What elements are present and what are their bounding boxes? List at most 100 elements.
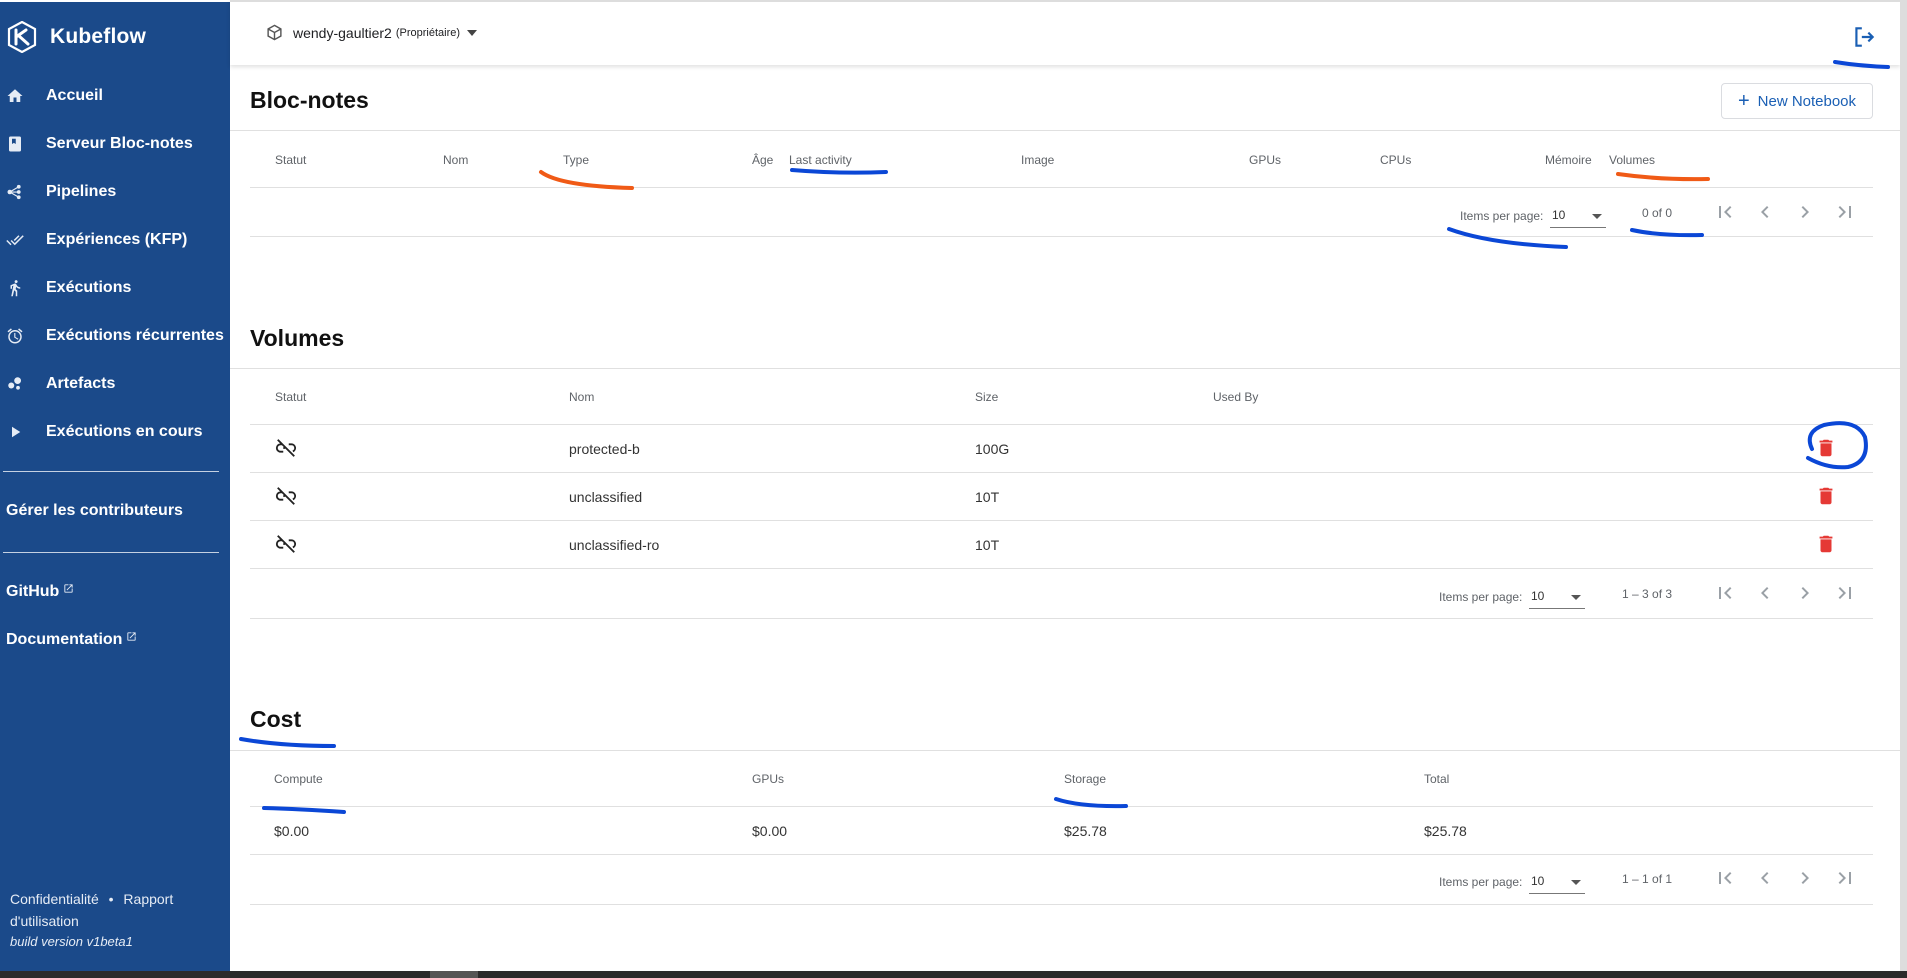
column-header-last-activity[interactable]: Last activity (789, 153, 852, 167)
next-page-icon[interactable] (1793, 581, 1817, 605)
table-bottom-divider (250, 904, 1873, 905)
previous-page-icon[interactable] (1753, 200, 1777, 224)
column-header-nom[interactable]: Nom (569, 390, 594, 404)
row-divider (250, 806, 1873, 807)
play-arrow-icon (4, 421, 26, 443)
table-bottom-divider (250, 618, 1873, 619)
items-per-page-label: Items per page: (1439, 590, 1523, 604)
chevron-down-icon (467, 29, 478, 36)
items-per-page-label: Items per page: (1460, 209, 1544, 223)
sidebar-divider (3, 552, 219, 553)
table-bottom-divider (250, 236, 1873, 237)
items-per-page-select[interactable]: 10 (1529, 868, 1585, 894)
previous-page-icon[interactable] (1753, 581, 1777, 605)
taskbar (0, 971, 1907, 978)
sidebar-item-notebook-servers[interactable]: Serveur Bloc-notes (0, 124, 230, 164)
previous-page-icon[interactable] (1753, 866, 1777, 890)
column-header-type[interactable]: Type (563, 153, 589, 167)
volume-name: unclassified (569, 489, 643, 505)
github-label: GitHub (6, 583, 60, 600)
chevron-down-icon (1571, 595, 1581, 600)
last-page-icon[interactable] (1833, 866, 1857, 890)
row-divider (250, 520, 1873, 521)
documentation-label: Documentation (6, 631, 123, 648)
namespace-selector[interactable]: wendy-gaultier2 (Propriétaire) (266, 24, 478, 41)
items-per-page-select[interactable]: 10 (1550, 202, 1606, 228)
link-off-icon (275, 535, 297, 553)
delete-icon[interactable] (1815, 437, 1837, 459)
column-header-used-by[interactable]: Used By (1213, 390, 1258, 404)
column-header-gpus[interactable]: GPUs (752, 772, 784, 786)
cost-gpus: $0.00 (752, 823, 788, 839)
sidebar-item-pipelines[interactable]: Pipelines (0, 172, 230, 212)
logout-icon[interactable] (1851, 24, 1877, 50)
manage-contributors-link[interactable]: Gérer les contributeurs (6, 502, 183, 520)
column-header-age[interactable]: Âge (752, 153, 773, 167)
top-bar: wendy-gaultier2 (Propriétaire) (230, 0, 1900, 65)
first-page-icon[interactable] (1713, 866, 1737, 890)
volume-size: 100G (975, 441, 1010, 457)
next-page-icon[interactable] (1793, 866, 1817, 890)
sidebar: Kubeflow Accueil Serveur Bloc-notes Pipe… (0, 0, 230, 971)
cost-storage: $25.78 (1064, 823, 1107, 839)
sidebar-item-executions[interactable]: Exécutions (0, 268, 230, 308)
chevron-down-icon (1592, 214, 1602, 219)
items-per-page-select[interactable]: 10 (1529, 583, 1585, 609)
delete-icon[interactable] (1815, 533, 1837, 555)
chevron-down-icon (1571, 880, 1581, 885)
first-page-icon[interactable] (1713, 200, 1737, 224)
new-notebook-button[interactable]: + New Notebook (1721, 83, 1873, 119)
sidebar-divider (3, 471, 219, 472)
column-header-gpus[interactable]: GPUs (1249, 153, 1281, 167)
items-per-page-label: Items per page: (1439, 875, 1523, 889)
sidebar-item-label: Serveur Bloc-notes (46, 135, 193, 152)
sidebar-item-experiences[interactable]: Expériences (KFP) (0, 220, 230, 260)
documentation-link[interactable]: Documentation (6, 631, 137, 649)
notebook-icon (4, 133, 26, 155)
namespace-role: (Propriétaire) (395, 26, 461, 39)
plus-icon: + (1737, 90, 1750, 112)
items-per-page-value: 10 (1531, 874, 1545, 888)
column-header-image[interactable]: Image (1021, 153, 1054, 167)
column-header-total[interactable]: Total (1424, 772, 1449, 786)
page-range: 1 – 3 of 3 (1622, 587, 1673, 601)
column-header-nom[interactable]: Nom (443, 153, 468, 167)
section-divider (230, 130, 1900, 131)
annotation-underline (262, 806, 346, 814)
sidebar-item-label: Expériences (KFP) (46, 231, 188, 248)
brand-name: Kubeflow (50, 25, 147, 48)
kubeflow-logo-icon (7, 21, 37, 53)
delete-icon[interactable] (1815, 485, 1837, 507)
privacy-link[interactable]: Confidentialité (10, 891, 99, 907)
github-link[interactable]: GitHub (6, 583, 74, 601)
last-page-icon[interactable] (1833, 581, 1857, 605)
next-page-icon[interactable] (1793, 200, 1817, 224)
column-header-compute[interactable]: Compute (274, 772, 323, 786)
column-header-size[interactable]: Size (975, 390, 998, 404)
column-header-memoire[interactable]: Mémoire (1545, 153, 1592, 167)
last-page-icon[interactable] (1833, 200, 1857, 224)
sidebar-item-label: Accueil (46, 87, 103, 104)
brand[interactable]: Kubeflow (6, 20, 146, 54)
notebooks-title: Bloc-notes (250, 87, 369, 113)
column-header-volumes[interactable]: Volumes (1609, 153, 1655, 167)
external-link-icon (64, 583, 73, 593)
column-header-cpus[interactable]: CPUs (1380, 153, 1411, 167)
external-link-icon (127, 631, 137, 641)
sidebar-item-running-executions[interactable]: Exécutions en cours (0, 412, 230, 452)
row-divider (250, 472, 1873, 473)
volumes-title: Volumes (250, 325, 345, 351)
run-icon (4, 277, 26, 299)
sidebar-item-recurring-executions[interactable]: Exécutions récurrentes (0, 316, 230, 356)
footer-links: Confidentialité • Rapport d'utilisation (10, 888, 210, 932)
column-header-statut[interactable]: Statut (275, 153, 306, 167)
sidebar-item-artefacts[interactable]: Artefacts (0, 364, 230, 404)
window-edge (1900, 0, 1907, 971)
annotation-underline (1447, 227, 1568, 249)
sidebar-item-accueil[interactable]: Accueil (0, 76, 230, 116)
column-header-statut[interactable]: Statut (275, 390, 306, 404)
annotation-underline (1616, 172, 1710, 182)
link-off-icon (275, 487, 297, 505)
column-header-storage[interactable]: Storage (1064, 772, 1106, 786)
first-page-icon[interactable] (1713, 581, 1737, 605)
